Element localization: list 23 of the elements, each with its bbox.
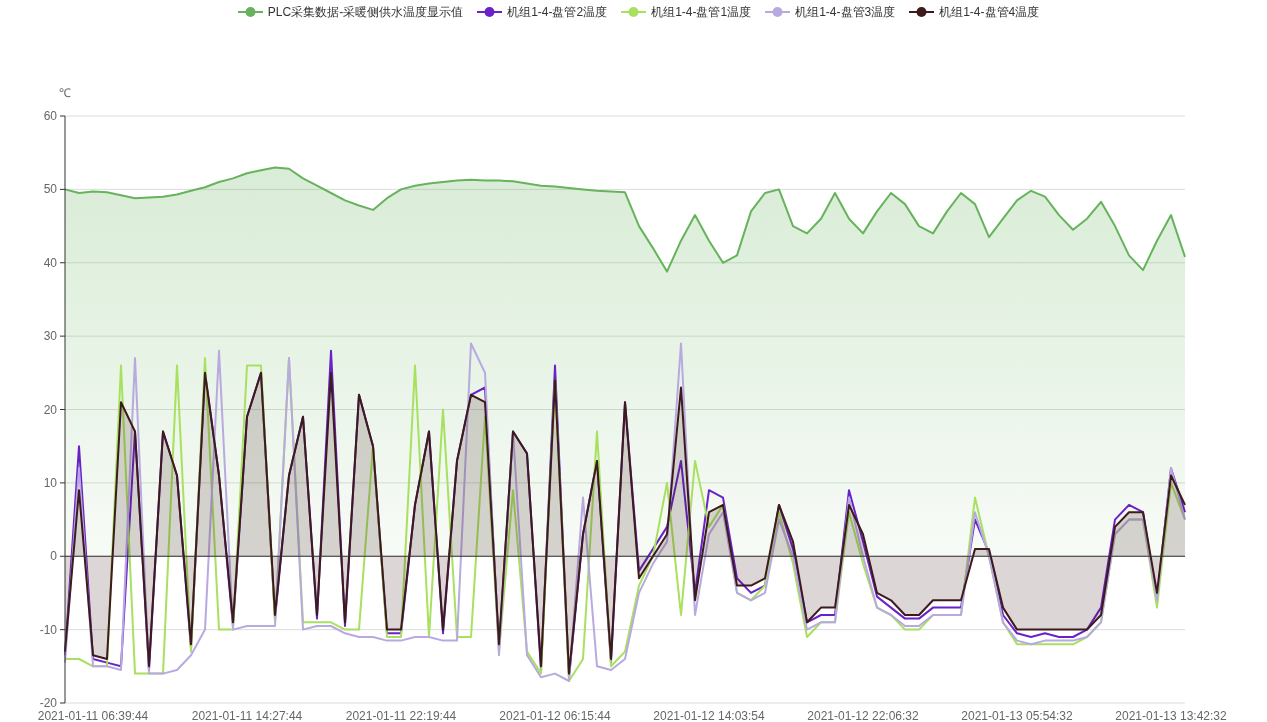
x-tick-label: 2021-01-12 14:03:54 — [653, 709, 765, 722]
x-tick-label: 2021-01-11 06:39:44 — [37, 709, 149, 722]
x-tick-label: 2021-01-13 05:54:32 — [961, 709, 1073, 722]
x-tick-label: 2021-01-12 06:15:44 — [499, 709, 611, 722]
y-tick-label: -20 — [39, 696, 57, 710]
y-tick-label: 0 — [50, 549, 57, 564]
legend-label[interactable]: 机组1-4-盘管4温度 — [939, 3, 1040, 21]
y-tick-label: 30 — [43, 329, 57, 344]
y-tick-label: 50 — [43, 182, 57, 197]
y-tick-label: 10 — [43, 475, 57, 490]
legend-label[interactable]: PLC采集数据-采暖侧供水温度显示值 — [267, 3, 464, 21]
x-tick-label: 2021-01-12 22:06:32 — [807, 709, 919, 722]
x-tick-label: 2021-01-11 14:27:44 — [191, 709, 303, 722]
y-tick-label: -10 — [39, 622, 57, 637]
y-tick-label: 40 — [43, 255, 57, 270]
y-axis-unit: ℃ — [59, 86, 71, 100]
legend-label[interactable]: 机组1-4-盘管1温度 — [651, 3, 752, 21]
x-tick-label: 2021-01-13 13:42:32 — [1115, 709, 1227, 722]
y-tick-label: 20 — [43, 402, 57, 417]
x-tick-label: 2021-01-11 22:19:44 — [345, 709, 457, 722]
legend-label[interactable]: 机组1-4-盘管3温度 — [795, 3, 896, 21]
legend-label[interactable]: 机组1-4-盘管2温度 — [507, 3, 608, 21]
y-tick-label: 60 — [43, 109, 57, 123]
